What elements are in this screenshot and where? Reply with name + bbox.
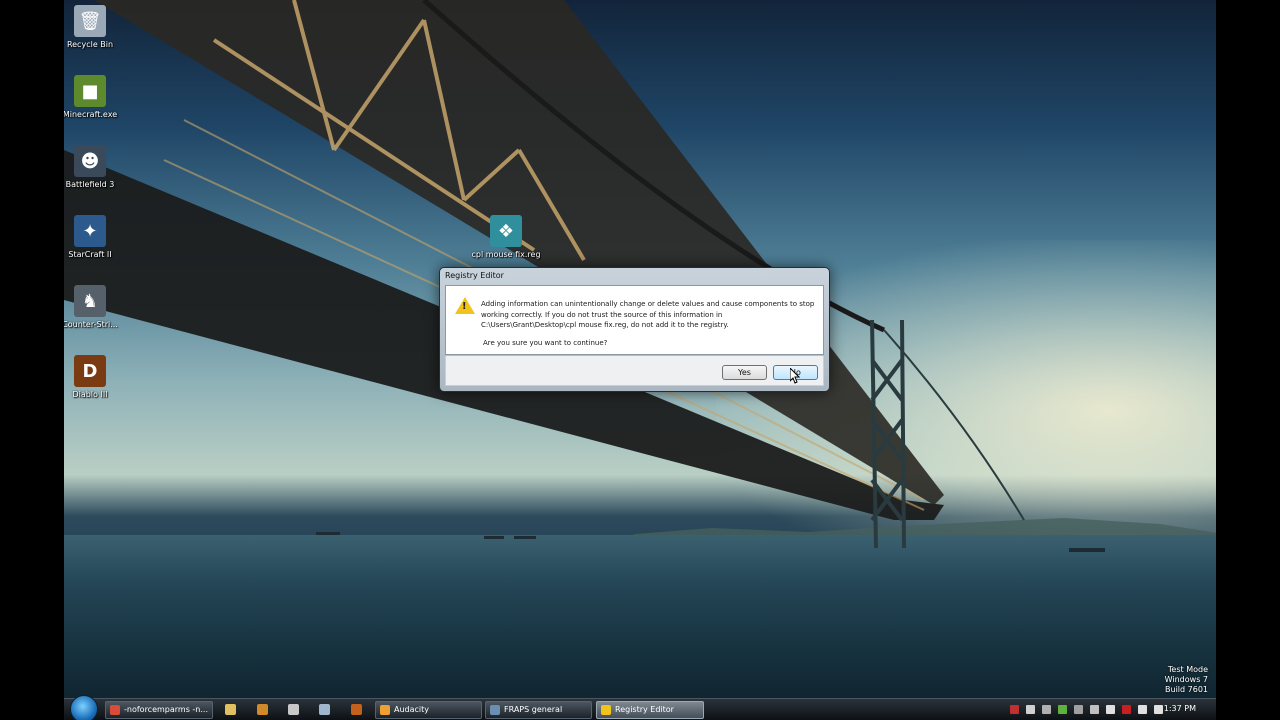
steam-icon[interactable]	[288, 704, 299, 715]
desktop-icon-counter-strike[interactable]: ♞ Counter-Stri...	[64, 285, 125, 330]
tray-app2-icon[interactable]	[1074, 705, 1083, 714]
desktop-icon-label: Minecraft.exe	[64, 110, 118, 119]
letterbox-right	[1216, 0, 1280, 720]
registry-editor-dialog[interactable]: Registry Editor ! Adding information can…	[439, 267, 830, 392]
desktop-icon-recycle-bin[interactable]: 🗑 Recycle Bin	[64, 5, 125, 50]
taskbar-button-label: -noforcemparms -n...	[124, 705, 209, 714]
taskbar-button-label: Registry Editor	[615, 705, 674, 714]
desktop-icon-minecraft[interactable]: ■ Minecraft.exe	[64, 75, 125, 120]
desktop-icon-label: Recycle Bin	[66, 40, 114, 49]
desktop-icon-diablo-iii[interactable]: D Diablo III	[64, 355, 125, 400]
recycle-bin-icon: 🗑	[74, 5, 106, 37]
taskbar-button-fraps[interactable]: FRAPS general	[485, 701, 592, 719]
desktop-icon-label: cpl mouse fix.reg	[471, 250, 541, 259]
letterbox-left	[0, 0, 64, 720]
starcraft-icon[interactable]	[319, 704, 330, 715]
taskbar-button-label: FRAPS general	[504, 705, 563, 714]
warning-mark: !	[462, 301, 467, 312]
minecraft-icon: ■	[74, 75, 106, 107]
desktop-icon-starcraft-ii[interactable]: ✦ StarCraft II	[64, 215, 125, 260]
system-tray: 1:37 PM	[1010, 699, 1210, 720]
watermark-line: Windows 7	[1164, 675, 1208, 684]
taskbar-button-registry-editor[interactable]: Registry Editor	[596, 701, 704, 719]
taskbar-button-label: Audacity	[394, 705, 430, 714]
mouse-cursor-icon	[790, 368, 800, 384]
chrome-icon	[110, 705, 120, 715]
windows-start-orb-icon[interactable]	[70, 695, 98, 720]
tray-network-icon[interactable]	[1138, 705, 1147, 714]
dialog-title: Registry Editor	[445, 271, 504, 280]
diablo-icon[interactable]	[351, 704, 362, 715]
yes-button[interactable]: Yes	[722, 365, 767, 380]
taskbar-button-chrome[interactable]: -noforcemparms -n...	[105, 701, 213, 719]
tool-icon[interactable]	[257, 704, 268, 715]
explorer-icon[interactable]	[225, 704, 236, 715]
audacity-icon	[380, 705, 390, 715]
tray-steam-icon[interactable]	[1042, 705, 1051, 714]
dialog-button-bar: Yes No	[445, 356, 824, 386]
desktop-icon-label: Counter-Stri...	[64, 320, 118, 329]
test-mode-watermark: Test Mode Windows 7 Build 7601	[1165, 665, 1208, 695]
diablo-iii-icon: D	[74, 355, 106, 387]
taskbar-button-audacity[interactable]: Audacity	[375, 701, 482, 719]
dialog-question: Are you sure you want to continue?	[483, 339, 608, 347]
warning-icon	[601, 705, 611, 715]
watermark-line: Build 7601	[1165, 685, 1208, 694]
desktop-icon-label: Battlefield 3	[65, 180, 115, 189]
starcraft-ii-icon: ✦	[74, 215, 106, 247]
tray-utorrent-icon[interactable]	[1058, 705, 1067, 714]
tray-app-icon[interactable]	[1010, 705, 1019, 714]
tray-volume-icon[interactable]	[1154, 705, 1163, 714]
tray-flag-icon[interactable]	[1106, 705, 1115, 714]
battlefield-3-icon: ☻	[74, 145, 106, 177]
taskbar: -noforcemparms -n... Audacity FRAPS gene…	[64, 695, 1216, 720]
dialog-message: Adding information can unintentionally c…	[481, 300, 815, 329]
fraps-icon	[490, 705, 500, 715]
registry-file-icon: ❖	[490, 215, 522, 247]
desktop-icon-cpl-mouse-fix[interactable]: ❖ cpl mouse fix.reg	[471, 215, 541, 260]
desktop-icon-label: Diablo III	[72, 390, 108, 399]
taskbar-clock[interactable]: 1:37 PM	[1164, 704, 1196, 713]
tray-antivirus-icon[interactable]	[1122, 705, 1131, 714]
counter-strike-icon: ♞	[74, 285, 106, 317]
dialog-body: ! Adding information can unintentionally…	[445, 285, 824, 355]
desktop-icon-battlefield-3[interactable]: ☻ Battlefield 3	[64, 145, 125, 190]
desktop-icon-label: StarCraft II	[68, 250, 112, 259]
tray-fraps-icon[interactable]	[1026, 705, 1035, 714]
tray-app3-icon[interactable]	[1090, 705, 1099, 714]
watermark-line: Test Mode	[1167, 665, 1208, 674]
